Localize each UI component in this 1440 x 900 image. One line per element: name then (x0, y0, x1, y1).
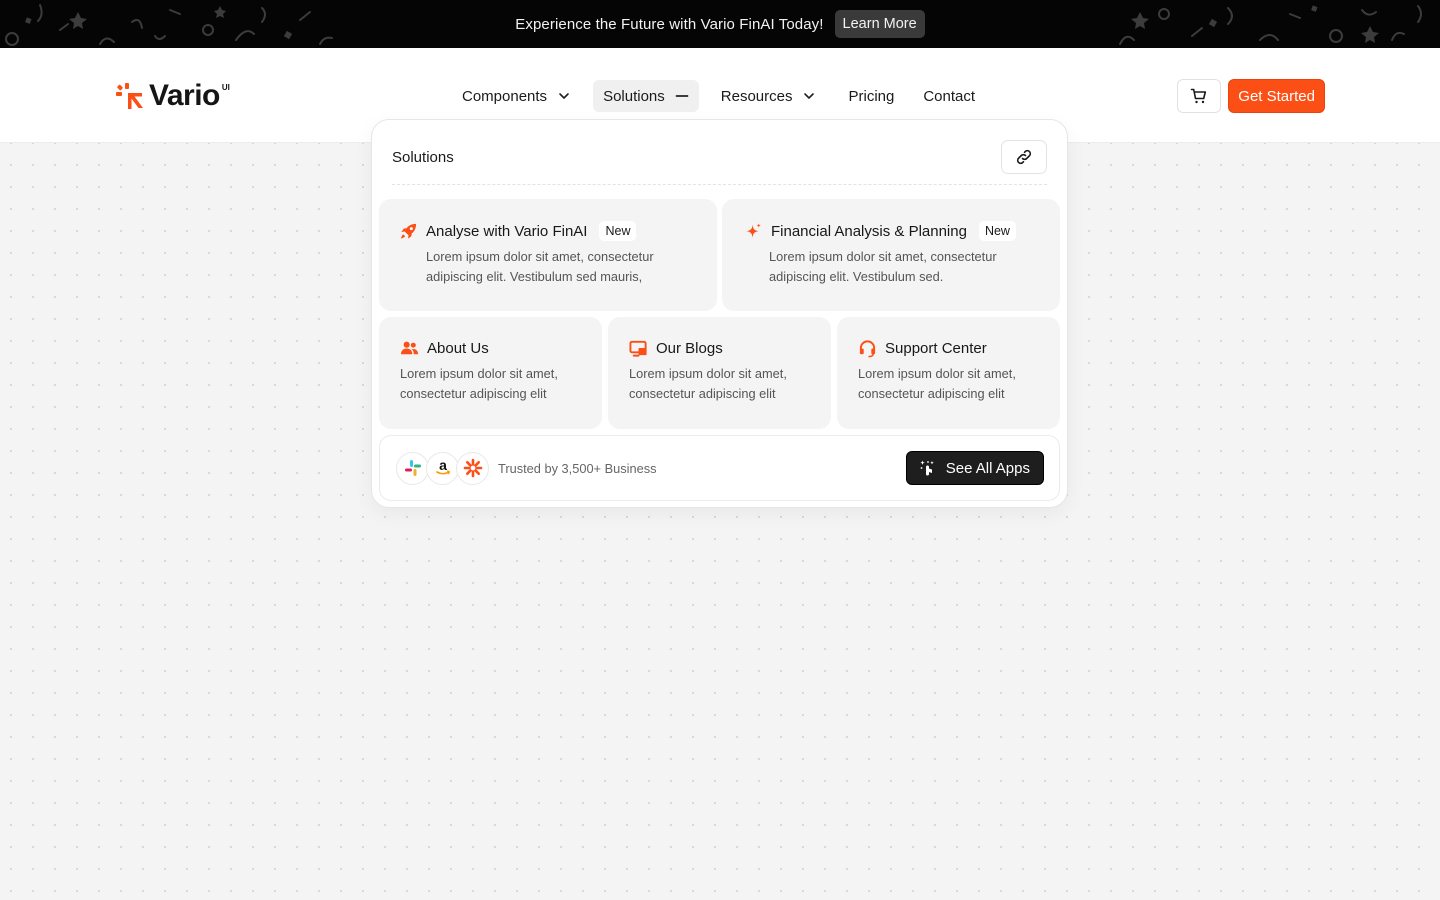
minus-icon (675, 95, 689, 97)
announcement-text: Experience the Future with Vario FinAI T… (515, 15, 824, 33)
nav-item-label: Contact (923, 87, 976, 105)
card-description-line: Lorem ipsum dolor sit amet, consectetur (426, 249, 654, 264)
vario-logo-icon (116, 83, 143, 109)
confetti-decoration (1119, 5, 1422, 45)
card-description-line: Lorem ipsum dolor sit amet, (400, 366, 558, 381)
card-description-line: Lorem ipsum dolor sit amet, (858, 366, 1016, 381)
dropdown-divider (392, 184, 1047, 185)
users-icon (400, 341, 419, 355)
sparkle-icon (746, 222, 761, 238)
featured-card-analyse-finai[interactable]: Analyse with Vario FinAI New Lorem ipsum… (379, 199, 717, 311)
card-description: Lorem ipsum dolor sit amet, consectetur … (769, 247, 1040, 287)
card-title: Analyse with Vario FinAI (426, 222, 588, 240)
headset-icon (859, 340, 876, 358)
card-title: About Us (427, 340, 489, 357)
partner-logos: a (396, 451, 489, 485)
card-description: Lorem ipsum dolor sit amet, consectetur … (629, 364, 811, 404)
card-description: Lorem ipsum dolor sit amet, consectetur … (400, 364, 582, 404)
dropdown-footer: a Trusted by 3,500+ Business See All App… (379, 435, 1060, 501)
amazon-icon: a (426, 451, 459, 485)
dropdown-title: Solutions (392, 148, 454, 166)
chevron-down-icon (559, 93, 569, 99)
card-title: Support Center (885, 340, 987, 357)
nav-item-pricing[interactable]: Pricing (838, 80, 904, 112)
nav-item-label: Solutions (603, 87, 665, 105)
brand-logo[interactable]: Vario UI (116, 78, 230, 114)
card-description-line: adipiscing elit. Vestibulum sed mauris, (426, 269, 643, 284)
featured-card-financial-analysis[interactable]: Financial Analysis & Planning New Lorem … (722, 199, 1060, 311)
nav-item-label: Pricing (848, 87, 895, 105)
see-all-apps-button[interactable]: See All Apps (905, 451, 1044, 485)
card-description: Lorem ipsum dolor sit amet, consectetur … (858, 364, 1040, 404)
new-badge: New (599, 221, 637, 241)
header-actions: Get Started (1177, 79, 1325, 113)
card-description-line: consectetur adipiscing elit (400, 386, 547, 401)
slack-icon (396, 451, 429, 485)
monitor-icon (629, 340, 647, 357)
confetti-decoration (5, 4, 333, 46)
learn-more-button[interactable]: Learn More (834, 10, 925, 38)
dropdown-header: Solutions (392, 140, 1047, 174)
card-title: Our Blogs (656, 340, 723, 357)
announcement-bar: Experience the Future with Vario FinAI T… (0, 0, 1440, 48)
link-card-support-center[interactable]: Support Center Lorem ipsum dolor sit ame… (837, 317, 1060, 429)
svg-text:a: a (439, 459, 447, 473)
chevron-down-icon (804, 93, 815, 99)
card-title: Financial Analysis & Planning (771, 222, 967, 240)
card-description-line: consectetur adipiscing elit (858, 386, 1005, 401)
nav-item-resources[interactable]: Resources (711, 80, 827, 112)
new-badge: New (978, 221, 1016, 241)
main-nav: Components Solutions Resources Pricing C… (452, 80, 997, 112)
cart-icon (1190, 88, 1207, 104)
copy-link-button[interactable] (1001, 140, 1047, 174)
nav-item-contact[interactable]: Contact (913, 80, 985, 112)
link-card-about-us[interactable]: About Us Lorem ipsum dolor sit amet, con… (379, 317, 602, 429)
nav-item-label: Resources (720, 87, 793, 105)
card-description: Lorem ipsum dolor sit amet, consectetur … (426, 247, 697, 287)
get-started-button[interactable]: Get Started (1228, 79, 1325, 113)
brand-superscript: UI (221, 83, 230, 92)
nav-item-solutions[interactable]: Solutions (593, 80, 699, 112)
nav-item-components[interactable]: Components (452, 80, 581, 112)
cart-button[interactable] (1177, 79, 1222, 113)
card-description-line: Lorem ipsum dolor sit amet, consectetur (769, 249, 997, 264)
nav-item-label: Components (462, 87, 548, 105)
solutions-dropdown: Solutions Analyse with Vario FinAI New L… (371, 119, 1068, 508)
link-card-our-blogs[interactable]: Our Blogs Lorem ipsum dolor sit amet, co… (608, 317, 831, 429)
rocket-icon (400, 223, 417, 239)
zapier-icon (456, 451, 489, 485)
link-icon (1016, 149, 1032, 165)
card-description-line: adipiscing elit. Vestibulum sed. (769, 269, 944, 284)
see-all-apps-label: See All Apps (945, 459, 1030, 477)
trusted-text: Trusted by 3,500+ Business (498, 460, 657, 476)
card-description-line: Lorem ipsum dolor sit amet, (629, 366, 787, 381)
brand-name: Vario (149, 79, 220, 112)
card-description-line: consectetur adipiscing elit (629, 386, 776, 401)
sparkle-hand-icon (920, 460, 934, 476)
